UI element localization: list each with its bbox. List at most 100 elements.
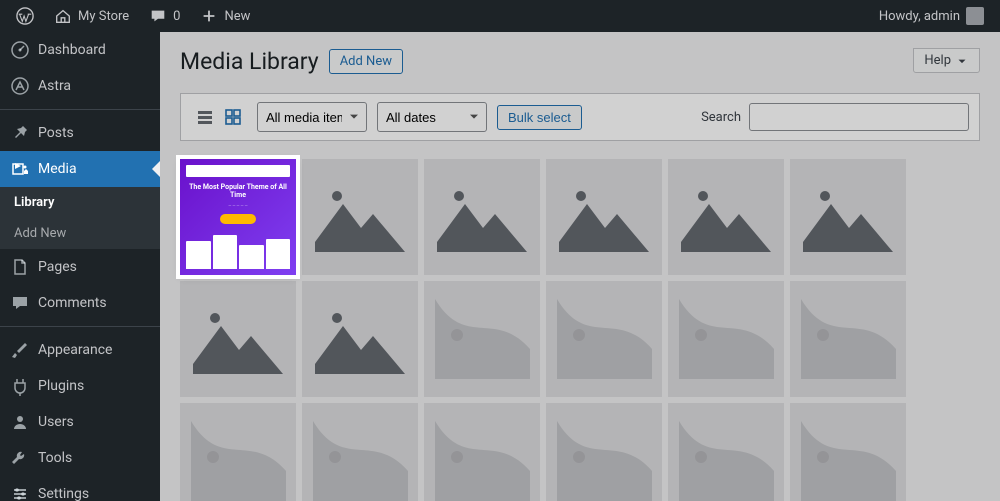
sidebar-subitem-add-new[interactable]: Add New xyxy=(0,218,160,249)
sidebar-separator xyxy=(0,109,160,110)
sidebar-label: Comments xyxy=(38,295,107,311)
sidebar-item-media[interactable]: Media xyxy=(0,151,160,187)
sidebar-label: Dashboard xyxy=(38,42,106,58)
media-item[interactable] xyxy=(790,281,906,397)
image-placeholder-icon xyxy=(801,421,896,501)
grid-icon xyxy=(223,107,243,127)
sidebar-item-comments[interactable]: Comments xyxy=(0,285,160,321)
image-placeholder-icon xyxy=(679,421,774,501)
plus-icon xyxy=(200,7,218,25)
home-icon xyxy=(54,7,72,25)
plug-icon xyxy=(10,376,30,396)
sidebar-subitem-library[interactable]: Library xyxy=(0,187,160,218)
brush-icon xyxy=(10,340,30,360)
media-item[interactable]: The Most Popular Theme of All Time— — — … xyxy=(180,159,296,275)
sidebar-label: Media xyxy=(38,161,77,177)
dashboard-icon xyxy=(10,40,30,60)
media-item[interactable] xyxy=(790,159,906,275)
media-item[interactable] xyxy=(546,403,662,501)
image-placeholder-icon xyxy=(557,299,652,379)
image-placeholder-icon xyxy=(803,177,893,257)
media-item[interactable] xyxy=(546,281,662,397)
image-placeholder-icon xyxy=(437,177,527,257)
view-switch xyxy=(191,103,247,131)
media-item[interactable] xyxy=(424,403,540,501)
media-icon xyxy=(10,159,30,179)
image-placeholder-icon xyxy=(679,299,774,379)
help-label: Help xyxy=(924,53,951,68)
media-grid: The Most Popular Theme of All Time— — — … xyxy=(180,159,980,501)
image-placeholder-icon xyxy=(315,299,405,379)
sidebar-item-users[interactable]: Users xyxy=(0,404,160,440)
list-view-button[interactable] xyxy=(191,103,219,131)
image-placeholder-icon xyxy=(435,421,530,501)
sidebar-item-dashboard[interactable]: Dashboard xyxy=(0,32,160,68)
sidebar-label: Plugins xyxy=(38,378,84,394)
sidebar-label: Posts xyxy=(38,125,74,141)
sidebar-item-settings[interactable]: Settings xyxy=(0,476,160,501)
page-title: Media Library xyxy=(180,48,319,75)
media-item[interactable] xyxy=(180,281,296,397)
site-name-link[interactable]: My Store xyxy=(46,0,137,32)
media-item[interactable] xyxy=(302,159,418,275)
wp-logo[interactable] xyxy=(8,0,42,32)
howdy-text: Howdy, admin xyxy=(879,9,960,24)
sidebar-label: Add New xyxy=(14,226,66,241)
sidebar-item-tools[interactable]: Tools xyxy=(0,440,160,476)
help-button[interactable]: Help xyxy=(913,48,980,73)
media-item[interactable] xyxy=(424,159,540,275)
sidebar-submenu-media: Library Add New xyxy=(0,187,160,249)
media-item[interactable] xyxy=(424,281,540,397)
my-account[interactable]: Howdy, admin xyxy=(871,0,992,32)
pin-icon xyxy=(10,123,30,143)
media-item[interactable] xyxy=(668,403,784,501)
list-icon xyxy=(195,107,215,127)
new-content-link[interactable]: New xyxy=(192,0,258,32)
sidebar-item-posts[interactable]: Posts xyxy=(0,115,160,151)
attachment-thumbnail: The Most Popular Theme of All Time— — — … xyxy=(180,159,296,275)
add-new-button[interactable]: Add New xyxy=(329,49,403,74)
media-item[interactable] xyxy=(668,281,784,397)
image-placeholder-icon xyxy=(191,421,286,501)
comment-icon xyxy=(10,293,30,313)
settings-icon xyxy=(10,484,30,501)
admin-sidebar: Dashboard Astra Posts Media Library Add … xyxy=(0,32,160,501)
media-item[interactable] xyxy=(668,159,784,275)
sidebar-label: Tools xyxy=(38,450,72,466)
media-item[interactable] xyxy=(302,403,418,501)
media-item[interactable] xyxy=(302,281,418,397)
admin-bar: My Store 0 New Howdy, admin xyxy=(0,0,1000,32)
sidebar-label: Settings xyxy=(38,486,89,501)
image-placeholder-icon xyxy=(557,421,652,501)
filter-media-type[interactable]: All media items xyxy=(257,102,367,132)
sidebar-separator xyxy=(0,326,160,327)
astra-icon xyxy=(10,76,30,96)
media-item[interactable] xyxy=(790,403,906,501)
bulk-select-button[interactable]: Bulk select xyxy=(497,105,582,130)
sidebar-label: Users xyxy=(38,414,74,430)
site-name: My Store xyxy=(78,9,129,24)
image-placeholder-icon xyxy=(315,177,405,257)
chevron-right-icon xyxy=(152,161,160,177)
search-input[interactable] xyxy=(749,103,969,131)
new-label: New xyxy=(224,9,250,24)
filter-dates[interactable]: All dates xyxy=(377,102,487,132)
caret-down-icon xyxy=(955,54,969,68)
media-item[interactable] xyxy=(546,159,662,275)
sidebar-item-plugins[interactable]: Plugins xyxy=(0,368,160,404)
page-icon xyxy=(10,257,30,277)
image-placeholder-icon xyxy=(559,177,649,257)
comments-count: 0 xyxy=(173,9,180,24)
comments-link[interactable]: 0 xyxy=(141,0,188,32)
grid-view-button[interactable] xyxy=(219,103,247,131)
media-item[interactable] xyxy=(180,403,296,501)
image-placeholder-icon xyxy=(313,421,408,501)
sidebar-item-pages[interactable]: Pages xyxy=(0,249,160,285)
image-placeholder-icon xyxy=(801,299,896,379)
avatar xyxy=(966,7,984,25)
search-label: Search xyxy=(701,110,741,125)
comment-icon xyxy=(149,7,167,25)
sidebar-item-astra[interactable]: Astra xyxy=(0,68,160,104)
image-placeholder-icon xyxy=(435,299,530,379)
sidebar-item-appearance[interactable]: Appearance xyxy=(0,332,160,368)
